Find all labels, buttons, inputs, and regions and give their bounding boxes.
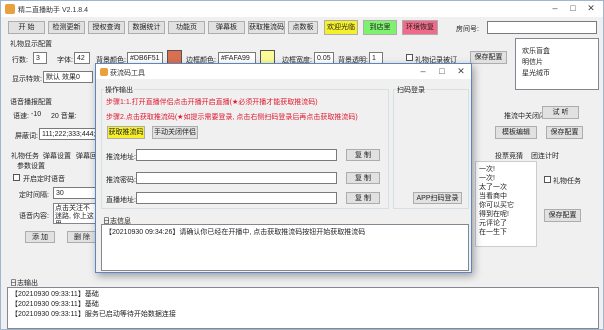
screen-label: 屏蔽词: [15, 133, 38, 140]
font-label: 字体: [57, 57, 73, 64]
right-save-button[interactable]: 保存配置 [544, 209, 581, 222]
tab-team-timer[interactable]: 团连计时 [531, 151, 559, 161]
delete-button[interactable]: 删 除 [67, 231, 97, 243]
ops-title: 操作输出 [104, 85, 134, 95]
list-item: 在一生下 [479, 229, 507, 236]
live-input[interactable] [136, 192, 337, 204]
key-label: 推流密码: [106, 177, 136, 184]
list-item: 元评论了 [479, 220, 507, 227]
start-button[interactable]: 开 始 [8, 21, 45, 34]
title-bar: 精二直播助手 V2.1.8.4 – □ ✕ [1, 1, 603, 17]
danmaku-button[interactable]: 弹幕板 [208, 21, 245, 34]
stream-code-dialog: 获流码工具 – □ ✕ 操作输出 步骤1:1.打开直播伴侣点击开播开启直播(★必… [95, 63, 472, 273]
reply-list[interactable]: 一次! 一次! 太了一次 当看商中 你可以买它 得到在呢! 元评论了 在一生下 [475, 161, 537, 247]
window-title: 精二直播助手 V2.1.8.4 [18, 7, 89, 14]
list-item: 太了一次 [479, 184, 507, 191]
log-line: 【20210930 09:34:26】请确认你已经在开播中, 点击获取推流码按钮… [105, 229, 366, 236]
voice-save-button[interactable]: 保存配置 [546, 126, 583, 139]
speed-label: 语速: [13, 113, 29, 120]
test-listen-button[interactable]: 试 听 [542, 106, 579, 119]
room-input[interactable] [487, 21, 597, 34]
auth-query-button[interactable]: 授权查询 [88, 21, 125, 34]
screen-input[interactable]: 111;222;333;444;5 [39, 128, 97, 140]
app-logo-icon [5, 4, 15, 14]
dialog-logo-icon [100, 68, 108, 76]
key-input[interactable] [136, 172, 337, 184]
list-item: 当看商中 [479, 193, 507, 200]
list-item: 欢乐盲盒 [522, 48, 550, 55]
data-stats-button[interactable]: 数据统计 [128, 21, 165, 34]
addr-label: 推流地址: [106, 154, 136, 161]
copy-key-button[interactable]: 复 制 [346, 172, 380, 184]
log-line: 【20210930 09:33:11】基础 [11, 301, 99, 308]
voice-section-title: 语音播报配置 [10, 99, 52, 106]
func-page-button[interactable]: 功能页 [168, 21, 205, 34]
main-log[interactable]: 【20210930 09:33:11】基础 【20210930 09:33:11… [7, 287, 599, 329]
room-label: 房间号: [456, 26, 479, 33]
rows-input[interactable]: 3 [33, 52, 47, 64]
list-item: 你可以买它 [479, 202, 514, 209]
step1-text: 步骤1:1.打开直播伴侣点击开播开启直播(★必须开播才能获取推流码) [106, 99, 318, 106]
dialog-minimize-icon[interactable]: – [414, 65, 432, 78]
rows-label: 行数: [12, 57, 28, 64]
speed-min: -10 [31, 111, 42, 118]
dialog-close-icon[interactable]: ✕ [452, 65, 470, 78]
dialog-log[interactable]: 【20210930 09:34:26】请确认你已经在开播中, 点击获取推流码按钮… [101, 224, 469, 271]
gift-section-title: 礼物显示配置 [10, 41, 52, 48]
gift-save-button[interactable]: 保存配置 [470, 51, 507, 64]
gift-task-checkbox[interactable] [544, 176, 551, 183]
add-button[interactable]: 添 加 [25, 231, 55, 243]
border-color-swatch[interactable] [260, 50, 275, 64]
interval-input[interactable]: 30 [53, 187, 97, 199]
dialog-title-bar: 获流码工具 – □ ✕ [96, 64, 471, 79]
font-input[interactable]: 42 [74, 52, 90, 64]
bg-color-swatch[interactable] [167, 50, 182, 64]
interval-label: 定时间隔: [19, 192, 49, 199]
display-mode-label: 显示特效: [12, 76, 42, 83]
log-line: 【20210930 09:33:11】服务已启动等待开始数据连接 [11, 311, 176, 318]
arrive-button[interactable]: 到店里 [363, 20, 397, 35]
copy-addr-button[interactable]: 复 制 [346, 149, 380, 161]
addr-input[interactable] [136, 149, 337, 161]
list-item: 明信片 [522, 59, 543, 66]
manual-close-button[interactable]: 手动关闭伴侣 [152, 126, 198, 139]
dialog-maximize-icon[interactable]: □ [433, 65, 451, 78]
copy-live-button[interactable]: 复 制 [346, 192, 380, 204]
maximize-icon[interactable]: □ [564, 2, 582, 15]
get-stream-code-button[interactable]: 获取推流码 [107, 126, 145, 139]
tab-danmaku-settings[interactable]: 弹幕设置 [43, 151, 71, 161]
points-button[interactable]: 点数板 [288, 21, 318, 34]
dialog-title: 获流码工具 [110, 70, 145, 77]
list-item: 得到在呢! [479, 211, 509, 218]
get-stream-button[interactable]: 获取推流码 [248, 21, 285, 34]
list-item: 一次! [479, 166, 495, 173]
push-close-label: 推流中关闭闪 [504, 113, 546, 120]
step2-text: 步骤2.点击获取推流码(★如提示需要登录, 点击右侧扫码登录后再点击获取推流码) [106, 114, 358, 121]
timer-voice-checkbox[interactable] [13, 174, 20, 181]
tab-gift-task[interactable]: 礼物任务 [11, 151, 39, 161]
close-icon[interactable]: ✕ [582, 2, 600, 15]
scan-title: 扫码登录 [396, 85, 426, 95]
params-title: 参数设置 [17, 163, 45, 170]
app-scan-button[interactable]: APP扫码登录 [413, 192, 462, 204]
volume-label: 20 音量: [51, 113, 77, 120]
list-item: 一次! [479, 175, 495, 182]
list-item: 星光绒币 [522, 70, 550, 77]
gift-record-checkbox[interactable] [406, 54, 413, 61]
scan-group [393, 89, 469, 209]
display-mode-select[interactable]: 默认 效果0 [43, 71, 93, 83]
gift-list[interactable]: 欢乐盲盒 明信片 星光绒币 [515, 38, 599, 90]
welcome-button[interactable]: 欢迎光临 [324, 20, 358, 35]
minimize-icon[interactable]: – [546, 2, 564, 15]
content-textarea[interactable]: 点击关注不迷路, 你上这里 [53, 203, 97, 224]
check-update-button[interactable]: 检测更新 [48, 21, 85, 34]
loop-button[interactable]: 环境恢复 [402, 20, 438, 35]
content-label: 语音内容: [19, 213, 49, 220]
timer-voice-label: 开启定时语音 [23, 176, 65, 183]
template-edit-button[interactable]: 模板编辑 [495, 126, 537, 139]
log-line: 【20210930 09:33:11】基础 [11, 291, 99, 298]
live-label: 直播地址: [106, 197, 136, 204]
tab-vote[interactable]: 投票竞猜 [495, 151, 523, 161]
gift-task-label: 礼物任务 [553, 178, 581, 185]
